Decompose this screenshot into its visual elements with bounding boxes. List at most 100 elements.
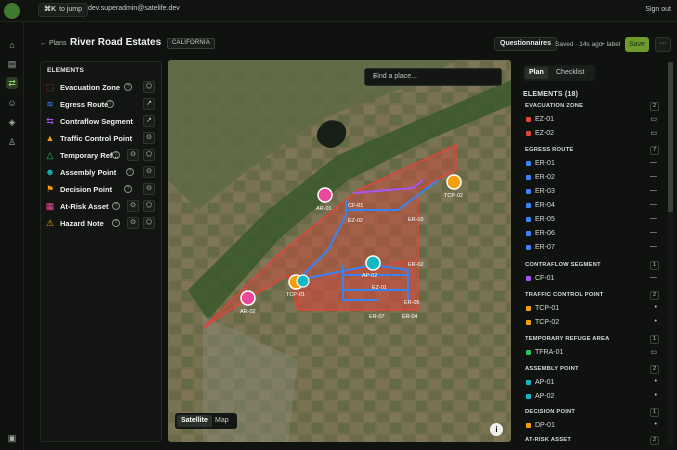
elements-palette-title: ELEMENTS	[47, 67, 84, 74]
help-icon[interactable]: ?	[112, 151, 120, 159]
page-title: River Road Estates	[70, 37, 162, 48]
document-icon[interactable]: ▤	[6, 58, 18, 70]
at-risk-asset-ar-02[interactable]	[240, 290, 256, 306]
zone-icon: ⬚	[45, 82, 55, 92]
pin-tool-icon[interactable]: ⊙	[127, 200, 139, 212]
group-traffic-control-point[interactable]: TRAFFIC CONTROL POINT 2	[523, 290, 661, 302]
assembly-point-ap-01[interactable]	[296, 274, 310, 288]
group-count: 2	[650, 436, 659, 445]
satellite-toggle[interactable]: Satellite	[177, 415, 212, 427]
home-icon[interactable]: ⌂	[6, 39, 18, 51]
help-icon[interactable]: ?	[112, 219, 120, 227]
help-icon[interactable]: ?	[124, 83, 132, 91]
group-egress-route[interactable]: EGRESS ROUTE 7	[523, 145, 661, 157]
group-temporary-refuge-area[interactable]: TEMPORARY REFUGE AREA 1	[523, 334, 661, 346]
polygon-tool-icon[interactable]: ⬠	[143, 200, 155, 212]
map-canvas[interactable]: CF-01 AR-01 EZ-02 ER-03 TCP-02 AP-02 ER-…	[168, 60, 511, 442]
help-icon[interactable]: ?	[124, 185, 132, 193]
list-item[interactable]: ER-07 —	[523, 241, 661, 255]
polygon-icon: ▭	[650, 349, 657, 356]
element-egress-route[interactable]: ≋ Egress Route ? ↗	[41, 96, 163, 113]
list-item[interactable]: TCP-02 •	[523, 316, 661, 330]
panel-scroll-thumb[interactable]	[668, 62, 673, 212]
list-item[interactable]: ER-02 —	[523, 171, 661, 185]
cone-icon: ▲	[45, 133, 55, 143]
app-logo[interactable]	[4, 3, 20, 19]
pin-tool-icon[interactable]: ⊙	[143, 183, 155, 195]
group-contraflow-segment[interactable]: CONTRAFLOW SEGMENT 1	[523, 260, 661, 272]
group-evacuation-zone[interactable]: EVACUATION ZONE 2	[523, 101, 661, 113]
polygon-tool-icon[interactable]: ⬠	[143, 81, 155, 93]
map-toggle[interactable]: Map	[211, 415, 233, 427]
satellite-map[interactable]: CF-01 AR-01 EZ-02 ER-03 TCP-02 AP-02 ER-…	[168, 60, 511, 442]
help-icon[interactable]: ?	[126, 168, 134, 176]
element-evacuation-zone[interactable]: ⬚ Evacuation Zone ? ⬠	[41, 79, 163, 96]
element-hazard-note[interactable]: ⚠ Hazard Note ? ⊙ ⬠	[41, 215, 163, 232]
element-label: Hazard Note	[60, 219, 104, 228]
plan-panel: Plan Checklist ELEMENTS (18) EVACUATION …	[517, 62, 667, 450]
list-item[interactable]: DP-01 •	[523, 419, 661, 433]
color-swatch	[526, 203, 531, 208]
add-label-button[interactable]: + label	[601, 41, 620, 48]
line-icon: —	[650, 274, 657, 281]
list-item[interactable]: AP-02 •	[523, 390, 661, 404]
line-tool-icon[interactable]: ↗	[143, 98, 155, 110]
list-item[interactable]: ER-01 —	[523, 157, 661, 171]
group-at-risk-asset[interactable]: AT-RISK ASSET 2	[523, 435, 661, 447]
questionnaires-button[interactable]: Questionnaires	[494, 37, 557, 51]
line-tool-icon[interactable]: ↗	[143, 115, 155, 127]
traffic-control-point-tcp-02[interactable]	[446, 174, 462, 190]
list-item[interactable]: ER-06 —	[523, 227, 661, 241]
map-label-er-07: ER-07	[369, 314, 385, 320]
list-item[interactable]: ER-05 —	[523, 213, 661, 227]
elements-palette: ELEMENTS ⬚ Evacuation Zone ? ⬠ ≋ Egress …	[40, 61, 162, 442]
list-item[interactable]: ER-04 —	[523, 199, 661, 213]
polygon-tool-icon[interactable]: ⬠	[143, 217, 155, 229]
back-to-plans-link[interactable]: ← Plans	[40, 40, 66, 47]
list-item[interactable]: TCP-01 •	[523, 302, 661, 316]
nav-rail: ⌂ ▤ ⇄ ☺ ◈ ♙ ▣	[0, 22, 24, 450]
pin-tool-icon[interactable]: ⊙	[127, 217, 139, 229]
pin-tool-icon[interactable]: ⊙	[143, 132, 155, 144]
user-icon[interactable]: ♙	[6, 136, 18, 148]
pin-tool-icon[interactable]: ⊙	[143, 166, 155, 178]
group-count: 2	[650, 291, 659, 300]
tab-plan[interactable]: Plan	[525, 67, 548, 79]
help-icon[interactable]: ?	[112, 202, 120, 210]
element-decision-point[interactable]: ⚑ Decision Point ? ⊙	[41, 181, 163, 198]
list-item[interactable]: AP-01 •	[523, 376, 661, 390]
routes-icon[interactable]: ⇄	[6, 77, 18, 89]
more-options-button[interactable]: ···	[655, 37, 671, 52]
info-icon[interactable]: i	[490, 423, 503, 436]
list-item[interactable]: CF-01 —	[523, 272, 661, 286]
list-item[interactable]: EZ-01 ▭	[523, 113, 661, 127]
top-bar: ⌘K to jump dev.superadmin@satelife.dev Si…	[0, 0, 677, 22]
help-icon[interactable]: ?	[106, 100, 114, 108]
pin-tool-icon[interactable]: ⊙	[127, 149, 139, 161]
tab-checklist[interactable]: Checklist	[552, 67, 588, 79]
element-traffic-control-point[interactable]: ▲ Traffic Control Point ⊙	[41, 130, 163, 147]
at-risk-asset-ar-01[interactable]	[317, 187, 333, 203]
element-contraflow-segment[interactable]: ⇆ Contraflow Segment ↗	[41, 113, 163, 130]
color-swatch	[526, 131, 531, 136]
group-assembly-point[interactable]: ASSEMBLY POINT 2	[523, 364, 661, 376]
map-label-ap-02: AP-02	[362, 273, 377, 279]
element-temporary-refuge[interactable]: △ Temporary Ref... ? ⊙ ⬠	[41, 147, 163, 164]
jump-button[interactable]: ⌘K to jump	[38, 3, 89, 17]
plan-tabs: Plan Checklist	[523, 65, 595, 81]
shield-icon[interactable]: ◈	[6, 116, 18, 128]
assembly-point-ap-02[interactable]	[365, 255, 381, 271]
polygon-tool-icon[interactable]: ⬠	[143, 149, 155, 161]
save-button[interactable]: Save	[625, 37, 649, 52]
element-at-risk-asset[interactable]: ▦ At-Risk Asset ? ⊙ ⬠	[41, 198, 163, 215]
signpost-icon: ⚑	[45, 184, 55, 194]
element-assembly-point[interactable]: ☻ Assembly Point ? ⊙	[41, 164, 163, 181]
users-icon[interactable]: ☺	[6, 97, 18, 109]
list-item[interactable]: EZ-02 ▭	[523, 127, 661, 141]
sign-out-link[interactable]: Sign out	[645, 6, 671, 13]
group-decision-point[interactable]: DECISION POINT 1	[523, 407, 661, 419]
list-item[interactable]: TFRA-01 ▭	[523, 346, 661, 360]
sidebar-toggle-icon[interactable]: ▣	[6, 432, 18, 444]
map-search-input[interactable]: Find a place... ⌕	[364, 68, 502, 86]
list-item[interactable]: ER-03 —	[523, 185, 661, 199]
